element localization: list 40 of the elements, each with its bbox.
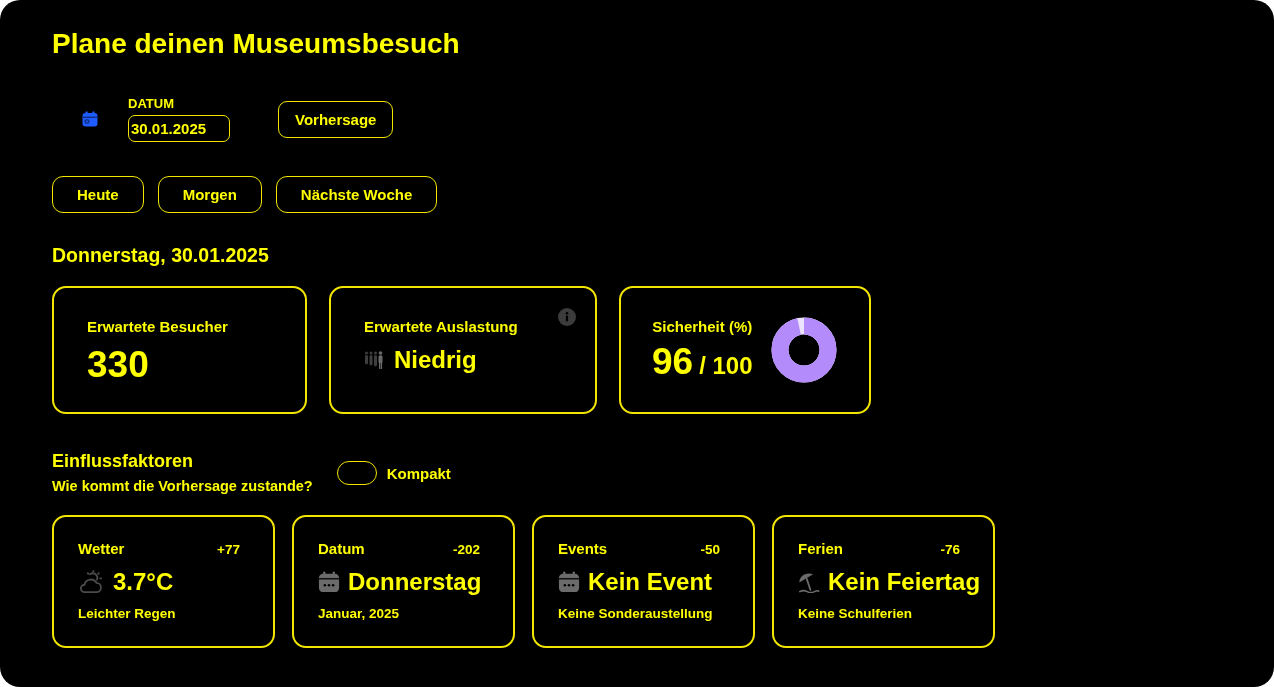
factor-impact: +77 — [217, 542, 240, 557]
calendar-icon — [558, 571, 580, 593]
visitor-count: 330 — [87, 345, 149, 385]
score-total: / 100 — [699, 352, 753, 380]
factor-impact: -202 — [452, 542, 480, 557]
factor-detail: Keine Schulferien — [798, 606, 914, 622]
cloud-sun-icon — [78, 570, 104, 594]
date-shortcut-button[interactable]: Heute — [52, 176, 144, 213]
selected-day-heading: Donnerstag, 30.01.2025 — [52, 243, 269, 267]
section-subtitle: Wie kommt die Vorhersage zustande? — [52, 478, 313, 495]
confidence-score: 96 — [652, 342, 694, 382]
factor-label: Wetter — [78, 540, 125, 558]
forecast-button[interactable]: Vorhersage — [278, 100, 394, 138]
factor-impact: -76 — [940, 542, 960, 557]
card-label: Erwartete Auslastung — [364, 318, 518, 336]
factor-label: Ferien — [798, 540, 843, 558]
factor-detail: Leichter Regen — [78, 606, 177, 622]
factor-detail: Januar, 2025 — [318, 606, 401, 622]
factor-value: Kein Feiertag — [828, 567, 981, 597]
factor-label: Events — [558, 540, 608, 558]
card-label: Sicherheit (%) — [652, 318, 753, 336]
beach-umbrella-icon — [798, 571, 820, 593]
page-title: Plane deinen Museumsbesuch — [52, 27, 460, 61]
people-icon — [364, 350, 384, 370]
calendar-icon — [318, 571, 340, 593]
date-shortcut-button[interactable]: Nächste Woche — [275, 176, 438, 213]
occupancy-value: Niedrig — [394, 346, 477, 374]
card-label: Erwartete Besucher — [87, 318, 228, 336]
date-shortcut-button[interactable]: Morgen — [157, 176, 262, 213]
factor-value: Kein Event — [588, 567, 713, 597]
date-field[interactable]: 30.01.2025 — [128, 115, 230, 142]
factor-value: 3.7°C — [113, 567, 174, 597]
factor-value: Donnerstag — [348, 567, 482, 597]
calendar-icon — [82, 111, 98, 127]
factor-detail: Keine Sonderaustellung — [558, 606, 714, 622]
factor-impact: -50 — [700, 542, 720, 557]
date-label: DATUM — [128, 96, 174, 111]
section-title: Einflussfaktoren — [52, 451, 194, 472]
toggle-label: Kompakt — [386, 464, 451, 482]
factor-label: Datum — [318, 540, 365, 558]
